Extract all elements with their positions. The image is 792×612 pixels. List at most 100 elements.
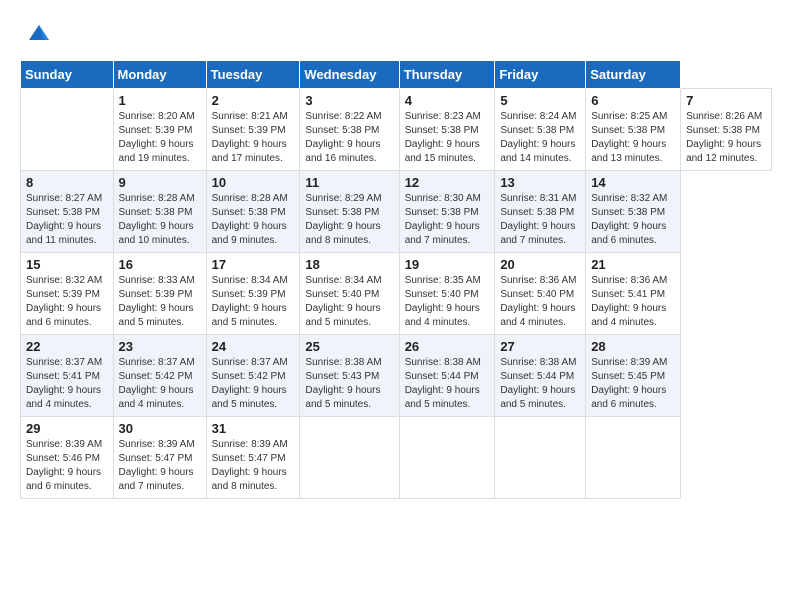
calendar-cell: 26 Sunrise: 8:38 AM Sunset: 5:44 PM Dayl… [399,335,495,417]
calendar-cell: 6 Sunrise: 8:25 AM Sunset: 5:38 PM Dayli… [586,89,681,171]
day-info: Sunrise: 8:32 AM Sunset: 5:38 PM Dayligh… [591,192,675,248]
day-info: Sunrise: 8:34 AM Sunset: 5:40 PM Dayligh… [305,274,393,330]
calendar-cell: 18 Sunrise: 8:34 AM Sunset: 5:40 PM Dayl… [300,253,399,335]
day-info: Sunrise: 8:34 AM Sunset: 5:39 PM Dayligh… [212,274,295,330]
calendar-cell: 17 Sunrise: 8:34 AM Sunset: 5:39 PM Dayl… [206,253,300,335]
day-number: 5 [500,93,580,108]
day-number: 14 [591,175,675,190]
logo-icon [24,20,54,50]
day-number: 20 [500,257,580,272]
day-number: 11 [305,175,393,190]
day-info: Sunrise: 8:37 AM Sunset: 5:42 PM Dayligh… [212,356,295,412]
page-header [20,20,772,50]
calendar-day-header: Thursday [399,61,495,89]
day-number: 9 [119,175,201,190]
day-number: 19 [405,257,490,272]
day-number: 1 [119,93,201,108]
day-number: 7 [686,93,766,108]
day-number: 4 [405,93,490,108]
calendar-day-header: Wednesday [300,61,399,89]
day-number: 27 [500,339,580,354]
calendar-body: 1 Sunrise: 8:20 AM Sunset: 5:39 PM Dayli… [21,89,772,499]
day-number: 12 [405,175,490,190]
day-number: 26 [405,339,490,354]
calendar-week-row: 22 Sunrise: 8:37 AM Sunset: 5:41 PM Dayl… [21,335,772,417]
calendar-cell: 25 Sunrise: 8:38 AM Sunset: 5:43 PM Dayl… [300,335,399,417]
day-info: Sunrise: 8:24 AM Sunset: 5:38 PM Dayligh… [500,110,580,166]
calendar-cell: 22 Sunrise: 8:37 AM Sunset: 5:41 PM Dayl… [21,335,114,417]
calendar-day-header: Sunday [21,61,114,89]
day-info: Sunrise: 8:20 AM Sunset: 5:39 PM Dayligh… [119,110,201,166]
calendar-cell [21,89,114,171]
day-info: Sunrise: 8:33 AM Sunset: 5:39 PM Dayligh… [119,274,201,330]
day-number: 24 [212,339,295,354]
day-info: Sunrise: 8:39 AM Sunset: 5:47 PM Dayligh… [212,438,295,494]
day-info: Sunrise: 8:39 AM Sunset: 5:45 PM Dayligh… [591,356,675,412]
day-number: 10 [212,175,295,190]
calendar-cell: 3 Sunrise: 8:22 AM Sunset: 5:38 PM Dayli… [300,89,399,171]
day-number: 29 [26,421,108,436]
day-number: 28 [591,339,675,354]
calendar-cell [300,417,399,499]
day-info: Sunrise: 8:27 AM Sunset: 5:38 PM Dayligh… [26,192,108,248]
day-info: Sunrise: 8:37 AM Sunset: 5:42 PM Dayligh… [119,356,201,412]
day-number: 17 [212,257,295,272]
day-info: Sunrise: 8:39 AM Sunset: 5:47 PM Dayligh… [119,438,201,494]
calendar-table: SundayMondayTuesdayWednesdayThursdayFrid… [20,60,772,499]
calendar-header-row: SundayMondayTuesdayWednesdayThursdayFrid… [21,61,772,89]
calendar-cell: 30 Sunrise: 8:39 AM Sunset: 5:47 PM Dayl… [113,417,206,499]
calendar-cell: 29 Sunrise: 8:39 AM Sunset: 5:46 PM Dayl… [21,417,114,499]
day-info: Sunrise: 8:38 AM Sunset: 5:43 PM Dayligh… [305,356,393,412]
day-number: 8 [26,175,108,190]
calendar-cell: 13 Sunrise: 8:31 AM Sunset: 5:38 PM Dayl… [495,171,586,253]
logo [20,20,54,50]
calendar-cell: 4 Sunrise: 8:23 AM Sunset: 5:38 PM Dayli… [399,89,495,171]
calendar-cell: 5 Sunrise: 8:24 AM Sunset: 5:38 PM Dayli… [495,89,586,171]
day-number: 16 [119,257,201,272]
day-number: 18 [305,257,393,272]
day-number: 22 [26,339,108,354]
calendar-cell: 7 Sunrise: 8:26 AM Sunset: 5:38 PM Dayli… [681,89,772,171]
calendar-cell: 21 Sunrise: 8:36 AM Sunset: 5:41 PM Dayl… [586,253,681,335]
calendar-cell [586,417,681,499]
day-info: Sunrise: 8:29 AM Sunset: 5:38 PM Dayligh… [305,192,393,248]
day-info: Sunrise: 8:21 AM Sunset: 5:39 PM Dayligh… [212,110,295,166]
calendar-day-header: Saturday [586,61,681,89]
calendar-cell: 24 Sunrise: 8:37 AM Sunset: 5:42 PM Dayl… [206,335,300,417]
day-info: Sunrise: 8:31 AM Sunset: 5:38 PM Dayligh… [500,192,580,248]
day-info: Sunrise: 8:30 AM Sunset: 5:38 PM Dayligh… [405,192,490,248]
day-info: Sunrise: 8:35 AM Sunset: 5:40 PM Dayligh… [405,274,490,330]
calendar-cell: 27 Sunrise: 8:38 AM Sunset: 5:44 PM Dayl… [495,335,586,417]
day-number: 23 [119,339,201,354]
calendar-cell: 9 Sunrise: 8:28 AM Sunset: 5:38 PM Dayli… [113,171,206,253]
calendar-cell [495,417,586,499]
calendar-day-header: Monday [113,61,206,89]
calendar-cell: 15 Sunrise: 8:32 AM Sunset: 5:39 PM Dayl… [21,253,114,335]
day-info: Sunrise: 8:39 AM Sunset: 5:46 PM Dayligh… [26,438,108,494]
calendar-week-row: 8 Sunrise: 8:27 AM Sunset: 5:38 PM Dayli… [21,171,772,253]
calendar-week-row: 29 Sunrise: 8:39 AM Sunset: 5:46 PM Dayl… [21,417,772,499]
calendar-cell: 14 Sunrise: 8:32 AM Sunset: 5:38 PM Dayl… [586,171,681,253]
calendar-cell: 10 Sunrise: 8:28 AM Sunset: 5:38 PM Dayl… [206,171,300,253]
day-number: 31 [212,421,295,436]
calendar-cell: 19 Sunrise: 8:35 AM Sunset: 5:40 PM Dayl… [399,253,495,335]
day-info: Sunrise: 8:36 AM Sunset: 5:41 PM Dayligh… [591,274,675,330]
day-number: 30 [119,421,201,436]
calendar-cell [399,417,495,499]
day-number: 25 [305,339,393,354]
calendar-cell: 28 Sunrise: 8:39 AM Sunset: 5:45 PM Dayl… [586,335,681,417]
calendar-day-header: Friday [495,61,586,89]
calendar-cell: 11 Sunrise: 8:29 AM Sunset: 5:38 PM Dayl… [300,171,399,253]
calendar-week-row: 15 Sunrise: 8:32 AM Sunset: 5:39 PM Dayl… [21,253,772,335]
day-info: Sunrise: 8:26 AM Sunset: 5:38 PM Dayligh… [686,110,766,166]
day-info: Sunrise: 8:23 AM Sunset: 5:38 PM Dayligh… [405,110,490,166]
calendar-cell: 2 Sunrise: 8:21 AM Sunset: 5:39 PM Dayli… [206,89,300,171]
calendar-cell: 20 Sunrise: 8:36 AM Sunset: 5:40 PM Dayl… [495,253,586,335]
day-info: Sunrise: 8:28 AM Sunset: 5:38 PM Dayligh… [212,192,295,248]
day-number: 21 [591,257,675,272]
calendar-cell: 1 Sunrise: 8:20 AM Sunset: 5:39 PM Dayli… [113,89,206,171]
calendar-cell: 8 Sunrise: 8:27 AM Sunset: 5:38 PM Dayli… [21,171,114,253]
day-info: Sunrise: 8:22 AM Sunset: 5:38 PM Dayligh… [305,110,393,166]
day-info: Sunrise: 8:25 AM Sunset: 5:38 PM Dayligh… [591,110,675,166]
calendar-cell: 12 Sunrise: 8:30 AM Sunset: 5:38 PM Dayl… [399,171,495,253]
